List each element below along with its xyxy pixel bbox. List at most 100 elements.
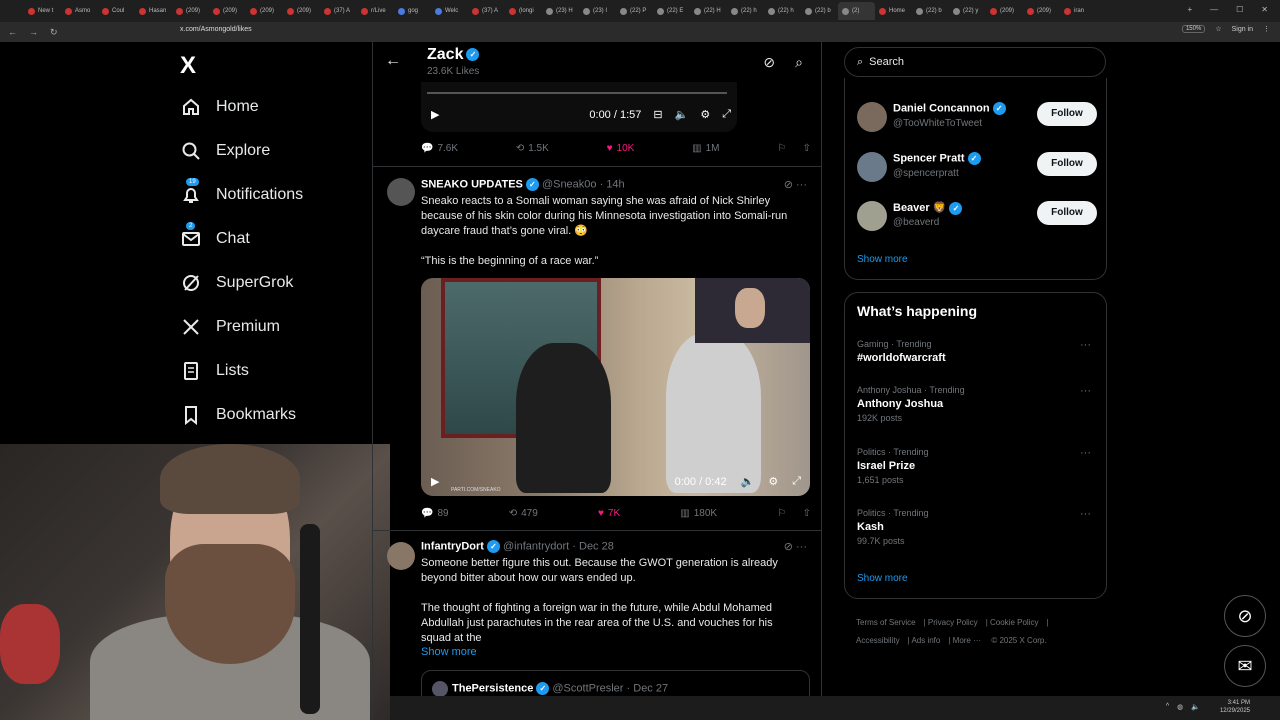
trend-item[interactable]: Anthony Joshua · Trending Anthony Joshua… — [857, 385, 1097, 423]
like-button[interactable]: ♥ 7K — [598, 508, 620, 519]
sidebar-item-explore[interactable]: Explore — [180, 140, 270, 162]
browser-tab[interactable]: (209) — [986, 2, 1023, 20]
play-icon[interactable]: ▶ — [431, 108, 439, 121]
search-icon[interactable]: ⌕ — [795, 54, 803, 71]
reply-button[interactable]: 💬 7.6K — [421, 143, 458, 154]
browser-tab[interactable]: (209) — [172, 2, 209, 20]
suggested-user[interactable]: Spencer Pratt ✓ @spencerpratt Follow — [857, 152, 1097, 188]
play-icon[interactable]: ▶ — [431, 475, 439, 488]
browser-tab[interactable]: r/Live — [357, 2, 394, 20]
like-button[interactable]: ♥ 10K — [607, 143, 635, 154]
bookmark-button[interactable]: ⚐ ⇧ — [777, 508, 811, 519]
avatar[interactable] — [387, 178, 415, 206]
browser-tab[interactable]: gog — [394, 2, 431, 20]
trend-item[interactable]: Politics · Trending Israel Prize 1,651 p… — [857, 447, 1097, 485]
browser-tab[interactable]: (209) — [283, 2, 320, 20]
zoom-indicator[interactable]: 150% — [1181, 25, 1206, 33]
browser-tab[interactable]: New t — [24, 2, 61, 20]
repost-button[interactable]: ⟲ 1.5K — [516, 143, 549, 154]
settings-icon[interactable]: ⚙ — [700, 108, 710, 121]
reply-button[interactable]: 💬 89 — [421, 508, 449, 519]
follow-button[interactable]: Follow — [1037, 152, 1097, 176]
sidebar-item-supergrok[interactable]: SuperGrok — [180, 272, 293, 294]
minimize-icon[interactable]: — — [1210, 5, 1218, 14]
tweet-video[interactable]: PARTI.COM/SNEAKO ▶ 0:00 / 0:42 🔈 ⚙ ⤢ — [421, 278, 810, 496]
tweet-sneako[interactable]: SNEAKO UPDATES ✓ @Sneak0o · 14h ⊘ ··· Sne… — [373, 166, 821, 530]
reload-icon[interactable]: ↻ — [50, 27, 58, 38]
back-arrow-icon[interactable]: ← — [385, 52, 401, 70]
chevron-up-icon[interactable]: ^ — [1166, 703, 1169, 711]
footer-link[interactable]: Accessibility — [856, 636, 900, 645]
top-video-player[interactable]: ▶ 0:00 / 1:57 ⊟ 🔈 ⚙ ⤢ — [421, 82, 737, 132]
speaker-icon[interactable]: 🔈 — [1191, 703, 1200, 711]
search-input[interactable]: ⌕ Search — [844, 47, 1106, 77]
follow-button[interactable]: Follow — [1037, 201, 1097, 225]
url-field[interactable]: x.com/Asmongold/likes — [180, 26, 252, 33]
browser-tab[interactable]: (22) y — [949, 2, 986, 20]
x-logo-icon[interactable]: X — [180, 52, 196, 80]
trend-item[interactable]: Politics · Trending Kash 99.7K posts ··· — [857, 508, 1097, 546]
browser-tab[interactable]: (22) P — [616, 2, 653, 20]
browser-tab[interactable]: (22) h — [727, 2, 764, 20]
more-icon[interactable]: ⊘ ··· — [784, 178, 807, 191]
browser-tab[interactable]: (22) h — [764, 2, 801, 20]
browser-tab[interactable]: (22) E — [653, 2, 690, 20]
footer-link[interactable]: Ads info — [911, 636, 940, 645]
follow-button[interactable]: Follow — [1037, 102, 1097, 126]
fullscreen-icon[interactable]: ⤢ — [722, 108, 731, 121]
show-more-link[interactable]: Show more — [421, 646, 477, 658]
avatar[interactable] — [857, 201, 887, 231]
share-icon[interactable]: ⇧ — [803, 508, 811, 519]
browser-tab[interactable]: (37) A — [468, 2, 505, 20]
back-icon[interactable]: ← — [8, 27, 17, 38]
suggested-user[interactable]: Beaver 🦁 ✓ @beaverd Follow — [857, 201, 1097, 237]
grok-icon[interactable]: ⊘ — [763, 54, 775, 71]
browser-tab[interactable]: iran — [1060, 2, 1097, 20]
sidebar-item-bookmarks[interactable]: Bookmarks — [180, 404, 296, 426]
browser-tab[interactable]: (22) b — [801, 2, 838, 20]
browser-tab[interactable]: (209) — [1023, 2, 1060, 20]
share-icon[interactable]: ⇧ — [803, 143, 811, 154]
more-icon[interactable]: ⊘ ··· — [784, 540, 807, 553]
browser-tab[interactable]: (longi — [505, 2, 542, 20]
fullscreen-icon[interactable]: ⤢ — [792, 475, 801, 488]
browser-tab[interactable]: Coul — [98, 2, 135, 20]
star-icon[interactable]: ☆ — [1215, 25, 1221, 33]
network-icon[interactable]: ◍ — [1177, 703, 1183, 711]
tweet-author[interactable]: SNEAKO UPDATES ✓ @Sneak0o · 14h — [421, 178, 625, 191]
captions-icon[interactable]: ⊟ — [653, 108, 662, 121]
show-more-link[interactable]: Show more — [857, 254, 908, 265]
sidebar-item-lists[interactable]: Lists — [180, 360, 249, 382]
footer-link[interactable]: Terms of Service — [856, 618, 916, 627]
more-icon[interactable]: ··· — [1080, 339, 1091, 351]
browser-tab[interactable]: (209) — [209, 2, 246, 20]
more-icon[interactable]: ··· — [1080, 385, 1091, 397]
avatar[interactable] — [857, 152, 887, 182]
footer-link[interactable]: Privacy Policy — [928, 618, 978, 627]
browser-tab[interactable]: (209) — [246, 2, 283, 20]
sidebar-item-notifications[interactable]: 19 Notifications — [180, 178, 303, 206]
sidebar-item-home[interactable]: Home — [180, 96, 259, 118]
video-progress-bar[interactable] — [427, 92, 727, 94]
tweet-author[interactable]: InfantryDort ✓ @infantrydort · Dec 28 — [421, 540, 614, 553]
browser-tab[interactable]: Hasan — [135, 2, 172, 20]
footer-link[interactable]: Cookie Policy — [990, 618, 1038, 627]
menu-icon[interactable]: ⋮ — [1263, 25, 1270, 33]
footer-link[interactable]: More ··· — [953, 636, 981, 645]
browser-tab[interactable]: (22) H — [690, 2, 727, 20]
views-button[interactable]: ▥ 180K — [680, 508, 717, 519]
maximize-icon[interactable]: ☐ — [1236, 5, 1243, 14]
settings-icon[interactable]: ⚙ — [768, 475, 778, 488]
sign-in-button[interactable]: Sign in — [1232, 26, 1253, 33]
avatar[interactable] — [857, 102, 887, 132]
browser-tab[interactable]: (23) H — [542, 2, 579, 20]
forward-icon[interactable]: → — [29, 27, 38, 38]
show-more-link[interactable]: Show more — [857, 573, 908, 584]
volume-icon[interactable]: 🔈 — [675, 108, 689, 121]
grok-fab-button[interactable]: ⊘ — [1224, 595, 1266, 637]
browser-tab[interactable]: Home — [875, 2, 912, 20]
views-button[interactable]: ▥ 1M — [692, 143, 719, 154]
avatar[interactable] — [387, 542, 415, 570]
browser-tab[interactable]: (37) A — [320, 2, 357, 20]
close-window-icon[interactable]: ✕ — [1261, 5, 1268, 14]
